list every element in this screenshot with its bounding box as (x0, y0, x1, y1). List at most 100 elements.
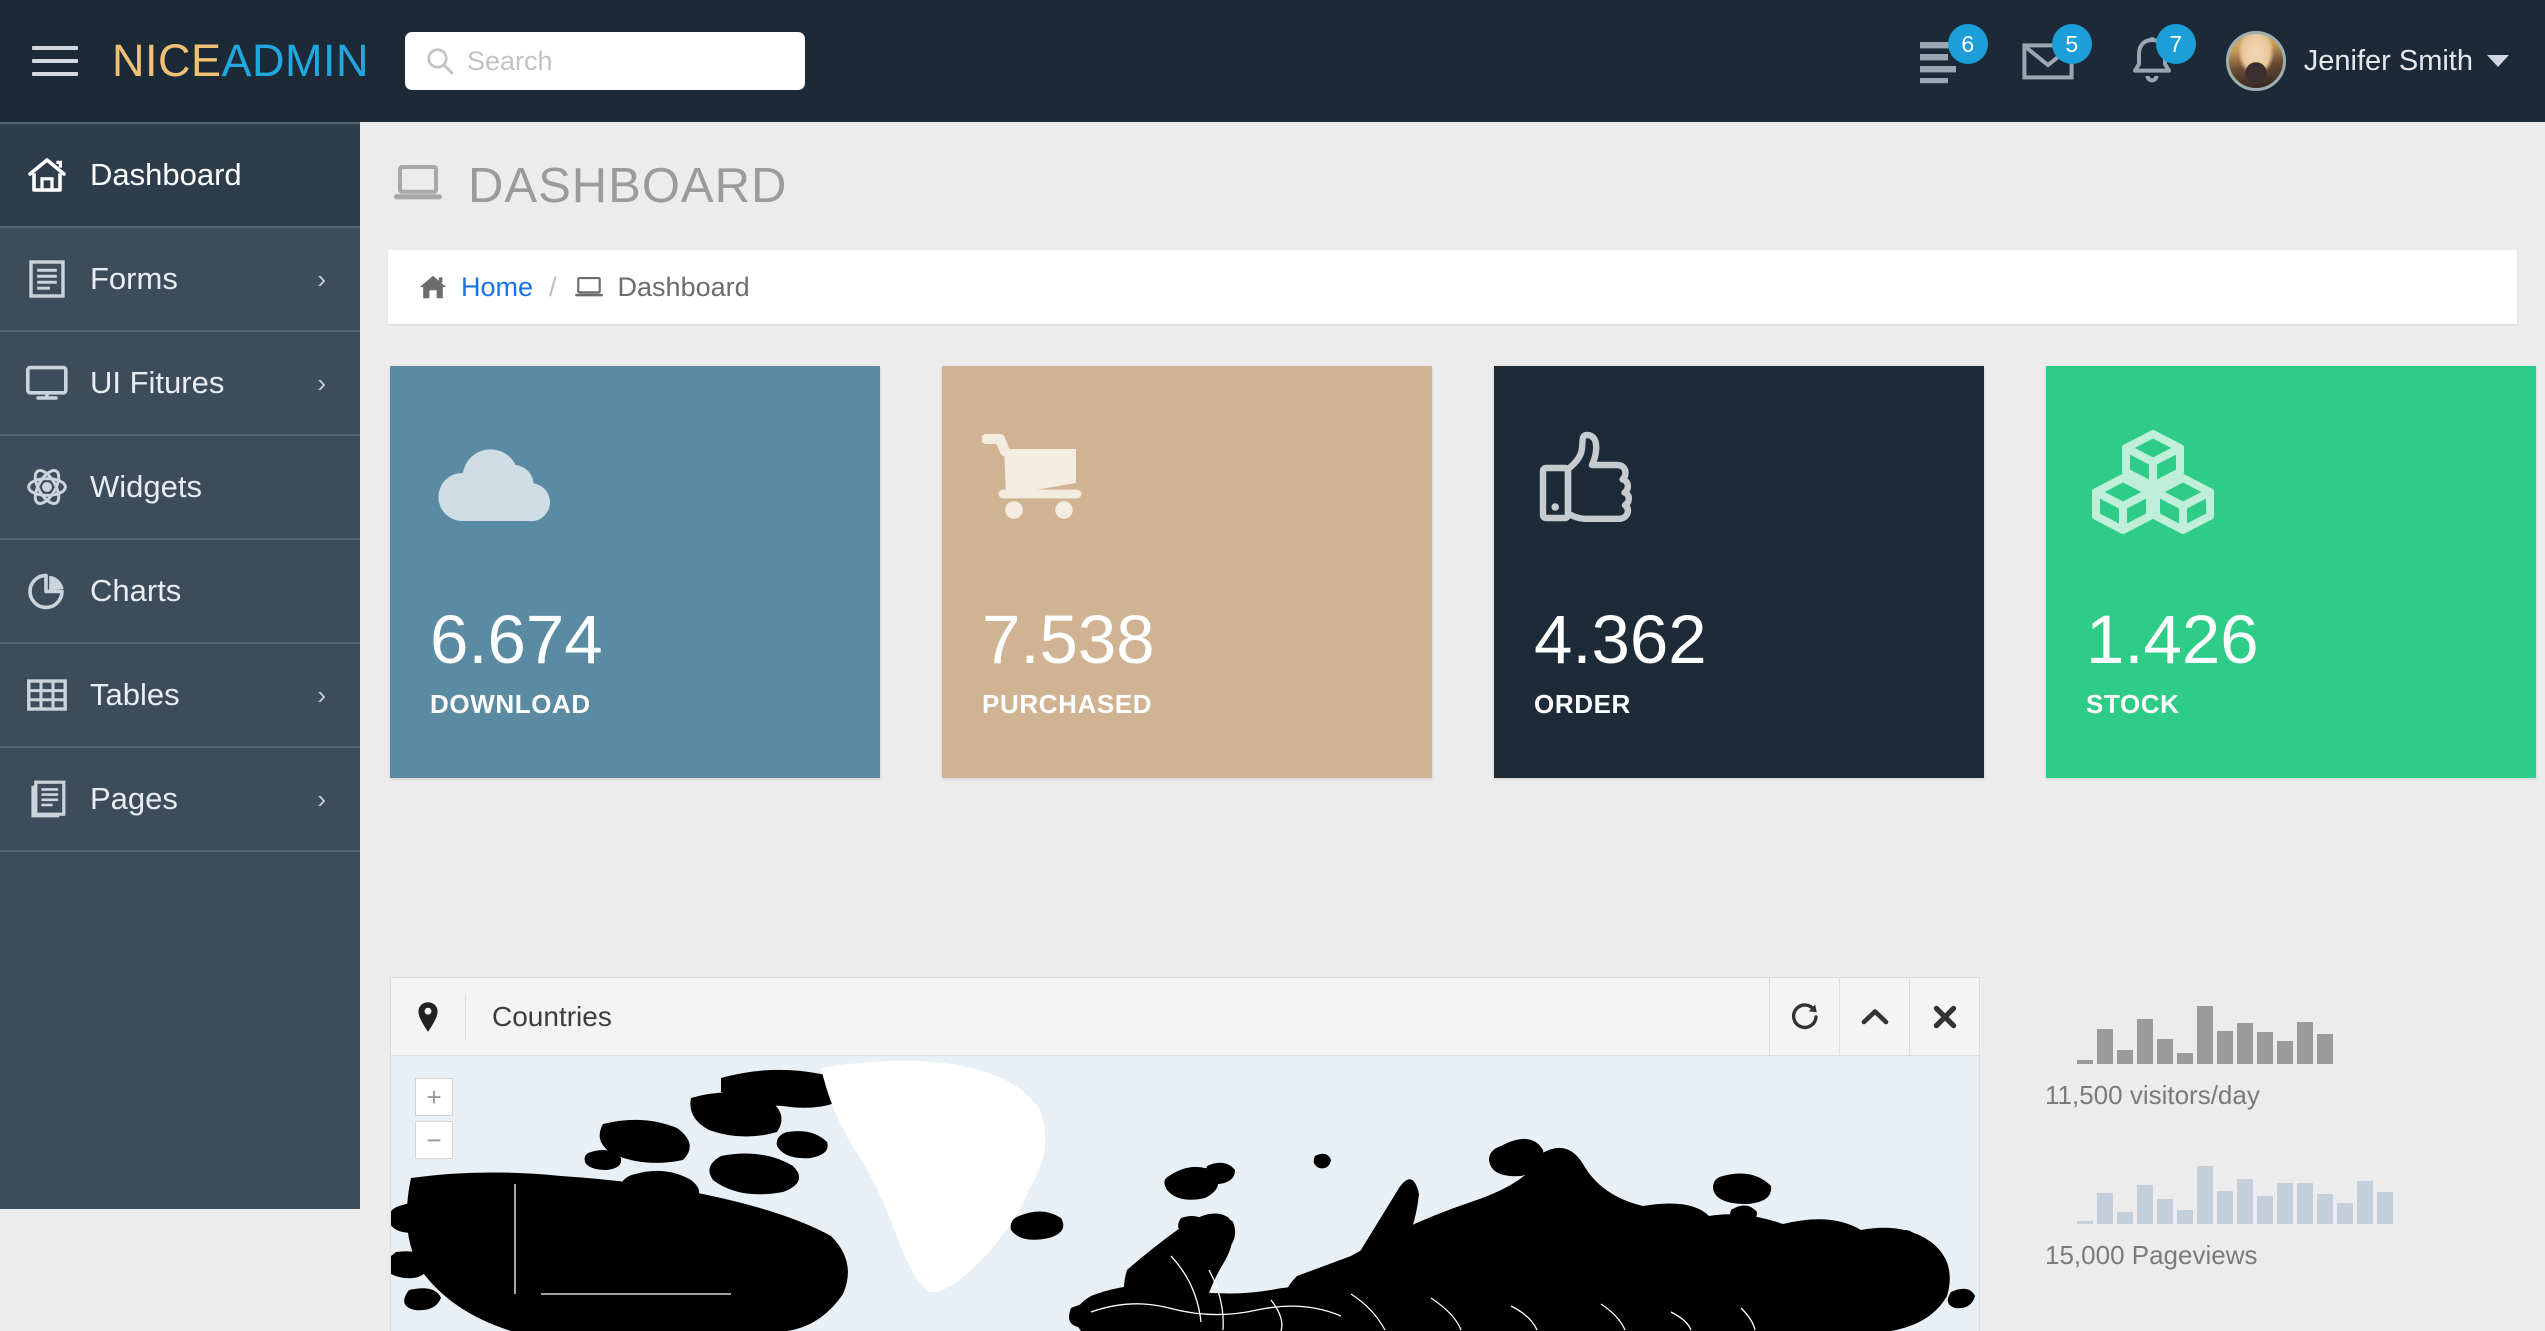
envelope-icon[interactable]: 5 (1996, 24, 2100, 96)
sidebar-label: Tables (90, 677, 180, 712)
sidebar-label: Widgets (90, 469, 202, 504)
world-map[interactable]: + − (391, 1056, 1979, 1331)
close-button[interactable] (1909, 977, 1979, 1056)
hamburger-icon[interactable] (32, 44, 78, 78)
sidebar-item-ui-fitures[interactable]: UI Fitures › (0, 332, 360, 436)
search-input[interactable] (405, 32, 806, 90)
sparkline-bar (2217, 1030, 2233, 1064)
username-label: Jenifer Smith (2303, 44, 2473, 77)
stat-cards-row: 6.674 DOWNLOAD 7.538 PURCHASED 4.362 ORD… (390, 366, 2545, 778)
stat-value: 4.362 (1534, 601, 1707, 678)
search-box[interactable] (405, 32, 806, 90)
sparkline-bar (2297, 1182, 2313, 1224)
sidebar: Dashboard Forms › UI Fitures › Widgets C… (0, 122, 360, 1209)
sparkline-bar (2097, 1028, 2113, 1064)
sparkline-bar (2277, 1041, 2293, 1064)
map-zoom-in-button[interactable]: + (415, 1078, 453, 1116)
refresh-button[interactable] (1769, 977, 1839, 1056)
envelope-badge: 5 (2051, 24, 2092, 64)
stat-card-download[interactable]: 6.674 DOWNLOAD (390, 366, 880, 778)
stat-card-purchased[interactable]: 7.538 PURCHASED (942, 366, 1432, 778)
bell-badge: 7 (2155, 24, 2196, 64)
pages-icon (24, 779, 70, 819)
stat-card-order[interactable]: 4.362 ORDER (1494, 366, 1984, 778)
sparkline-bar (2237, 1022, 2253, 1064)
cloud-download-icon (430, 408, 880, 558)
pageviews-widget: 15,000 Pageviews (2045, 1162, 2393, 1271)
refresh-icon (1791, 1002, 1818, 1029)
panel-header: Countries (391, 977, 1979, 1056)
avatar[interactable] (2225, 31, 2286, 91)
shopping-cart-icon (982, 408, 1432, 558)
sidebar-item-dashboard[interactable]: Dashboard (0, 124, 360, 228)
sidebar-item-tables[interactable]: Tables › (0, 644, 360, 748)
hamburger-bar (32, 59, 78, 63)
sparkline-bar (2077, 1220, 2093, 1224)
sparkline-bar (2137, 1018, 2153, 1064)
pageviews-sparkline-chart (2077, 1162, 2393, 1224)
sparkline-bar (2317, 1034, 2333, 1064)
sidebar-item-widgets[interactable]: Widgets (0, 436, 360, 540)
stat-label: DOWNLOAD (430, 689, 591, 719)
breadcrumb-home-link[interactable]: Home (461, 272, 533, 303)
laptop-icon (392, 163, 444, 210)
breadcrumb-current: Dashboard (617, 271, 750, 302)
home-icon (24, 156, 70, 194)
sidebar-item-charts[interactable]: Charts (0, 540, 360, 644)
sparkline-bar (2157, 1199, 2173, 1224)
bell-icon[interactable]: 7 (2100, 24, 2204, 96)
visitors-sparkline-chart (2077, 1002, 2333, 1064)
sparkline-bar (2257, 1196, 2273, 1224)
home-icon (418, 273, 448, 301)
sparkline-bar (2077, 1059, 2093, 1064)
page-title: DASHBOARD (468, 159, 788, 213)
hamburger-bar (32, 46, 78, 50)
navbar-right-group: 6 5 7 Jenifer Smith (1892, 24, 2509, 96)
sparkline-bar (2197, 1006, 2213, 1064)
sparkline-bar (2177, 1209, 2193, 1224)
visitors-widget: 11,500 visitors/day (2045, 1002, 2333, 1111)
sparkline-bar (2317, 1194, 2333, 1224)
chevron-right-icon: › (317, 680, 326, 710)
tasks-icon[interactable]: 6 (1892, 24, 1996, 96)
stat-label: ORDER (1534, 689, 1631, 719)
cubes-icon (2086, 408, 2536, 558)
main-content: DASHBOARD Home / Dashboard 6.674 DOWNLOA… (360, 122, 2545, 1331)
top-navbar: NICEADMIN 6 5 (0, 0, 2545, 122)
stat-card-stock[interactable]: 1.426 STOCK (2046, 366, 2536, 778)
breadcrumb: Home / Dashboard (388, 250, 2517, 324)
sidebar-label: Dashboard (90, 157, 242, 192)
stat-value: 1.426 (2086, 601, 2259, 678)
collapse-button[interactable] (1839, 977, 1909, 1056)
table-icon (24, 677, 70, 713)
tasks-badge: 6 (1947, 24, 1988, 64)
stat-label: STOCK (2086, 689, 2180, 719)
stat-label: PURCHASED (982, 689, 1153, 719)
stat-value: 6.674 (430, 601, 603, 678)
panel-title: Countries (465, 994, 612, 1039)
sidebar-label: Charts (90, 573, 182, 608)
sidebar-item-forms[interactable]: Forms › (0, 228, 360, 332)
sidebar-item-pages[interactable]: Pages › (0, 748, 360, 852)
sparkline-bar (2137, 1184, 2153, 1224)
caret-down-icon[interactable] (2487, 55, 2509, 67)
pageviews-label: 15,000 Pageviews (2045, 1240, 2258, 1270)
world-map-svg (391, 1056, 1979, 1331)
monitor-icon (24, 364, 70, 402)
atom-icon (24, 467, 70, 507)
visitors-label: 11,500 visitors/day (2045, 1080, 2260, 1110)
pie-chart-icon (24, 571, 70, 611)
chevron-right-icon: › (317, 368, 326, 398)
sparkline-bar (2237, 1178, 2253, 1224)
panel-actions (1769, 977, 1979, 1056)
brand-logo[interactable]: NICEADMIN (112, 35, 369, 87)
sparkline-bar (2177, 1052, 2193, 1064)
form-icon (24, 259, 70, 299)
map-marker-icon (417, 1001, 439, 1033)
close-icon (1933, 1005, 1956, 1028)
map-zoom-out-button[interactable]: − (415, 1121, 453, 1159)
sparkline-bar (2277, 1182, 2293, 1224)
page-header: DASHBOARD (360, 122, 2545, 214)
brand-part-one: NICE (112, 35, 222, 86)
thumbs-up-icon (1534, 408, 1984, 558)
